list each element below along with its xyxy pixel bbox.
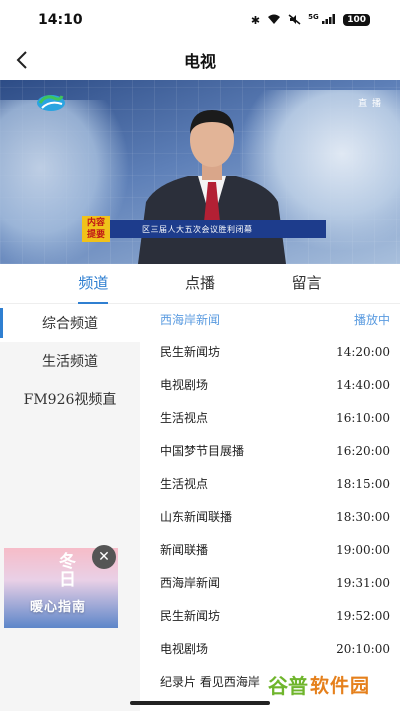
schedule-row[interactable]: 民生新闻坊 14:20:00 [140,335,400,368]
program-name: 山东新闻联播 [160,510,233,524]
news-lower-third: 内容 提要 区三届人大五次会议胜利闭幕 [82,216,326,242]
video-player[interactable]: 直 播 内容 提要 区三届人大五次会议胜利闭幕 [0,80,400,264]
news-anchor-image [138,110,286,264]
program-time: 18:15:00 [336,476,390,491]
news-headline: 区三届人大五次会议胜利闭幕 [142,224,253,234]
battery-icon: 100 [343,14,370,26]
news-summary-tag: 内容 提要 [82,216,110,242]
site-watermark: 谷普 软件园 [268,664,392,704]
nav-bar: 电视 [0,40,400,80]
program-time: 14:20:00 [336,344,390,359]
program-time: 16:10:00 [336,410,390,425]
program-name: 生活视点 [160,411,209,425]
program-name: 纪录片 看见西海岸 [160,675,260,689]
channel-item-life[interactable]: 生活频道 [0,342,140,380]
promo-close-button[interactable]: ✕ [92,545,116,569]
schedule-row[interactable]: 山东新闻联播 18:30:00 [140,500,400,533]
program-name: 西海岸新闻 [160,576,221,590]
program-time: 19:31:00 [336,575,390,590]
program-name: 民生新闻坊 [160,609,221,623]
schedule-row[interactable]: 电视剧场 20:10:00 [140,632,400,665]
program-time: 14:40:00 [336,377,390,392]
live-tag: 直 播 [358,99,382,109]
signal-icon: 5G [308,14,336,26]
program-name: 电视剧场 [160,378,209,392]
promo-title: 冬日 [55,552,75,588]
wifi-icon [267,14,281,27]
schedule-row[interactable]: 新闻联播 19:00:00 [140,533,400,566]
schedule-current-row[interactable]: 西海岸新闻 播放中 [140,304,400,335]
promo-subtitle: 暖心指南 [30,600,87,615]
tab-on-demand[interactable]: 点播 [185,264,215,304]
program-time: 19:52:00 [336,608,390,623]
program-name: 新闻联播 [160,543,209,557]
status-time: 14:10 [38,12,83,28]
watermark-logo: 谷普 [268,673,308,698]
close-icon: ✕ [98,549,110,565]
station-logo [37,95,65,111]
schedule-row[interactable]: 生活视点 16:10:00 [140,401,400,434]
status-icons: ✱ 5G 100 [251,14,370,27]
program-status: 播放中 [353,313,390,327]
channel-item-fm926[interactable]: FM926视频直 [0,380,140,418]
schedule-row[interactable]: 西海岸新闻 19:31:00 [140,566,400,599]
schedule-row[interactable]: 中国梦节目展播 16:20:00 [140,434,400,467]
program-name: 中国梦节目展播 [160,444,245,458]
schedule-row[interactable]: 电视剧场 14:40:00 [140,368,400,401]
program-name: 民生新闻坊 [160,345,221,359]
tab-channels[interactable]: 频道 [78,264,109,304]
program-schedule: 西海岸新闻 播放中 民生新闻坊 14:20:00 电视剧场 14:40:00 生… [140,304,400,711]
program-name: 电视剧场 [160,642,209,656]
channel-sidebar: 综合频道 生活频道 FM926视频直 [0,304,140,711]
page-title: 电视 [183,52,216,71]
program-time: 16:20:00 [336,443,390,458]
chevron-left-icon [16,51,27,69]
program-time: 18:30:00 [336,509,390,524]
schedule-row[interactable]: 民生新闻坊 19:52:00 [140,599,400,632]
program-time: 19:00:00 [336,542,390,557]
home-indicator[interactable] [130,701,270,705]
program-name: 生活视点 [160,477,209,491]
watermark-text: 软件园 [310,674,371,697]
tab-bar: 频道 点播 留言 [0,264,400,304]
mute-icon [288,13,301,27]
program-time: 20:10:00 [336,641,390,656]
back-button[interactable] [8,46,36,74]
tab-messages[interactable]: 留言 [292,264,322,304]
channel-item-general[interactable]: 综合频道 [0,304,140,342]
signal-label: 5G [308,13,319,21]
video-map-left [0,100,130,264]
schedule-row[interactable]: 生活视点 18:15:00 [140,467,400,500]
status-bar: 14:10 ✱ 5G 100 [0,0,400,40]
program-name: 西海岸新闻 [160,313,221,327]
bluetooth-icon: ✱ [250,13,261,27]
